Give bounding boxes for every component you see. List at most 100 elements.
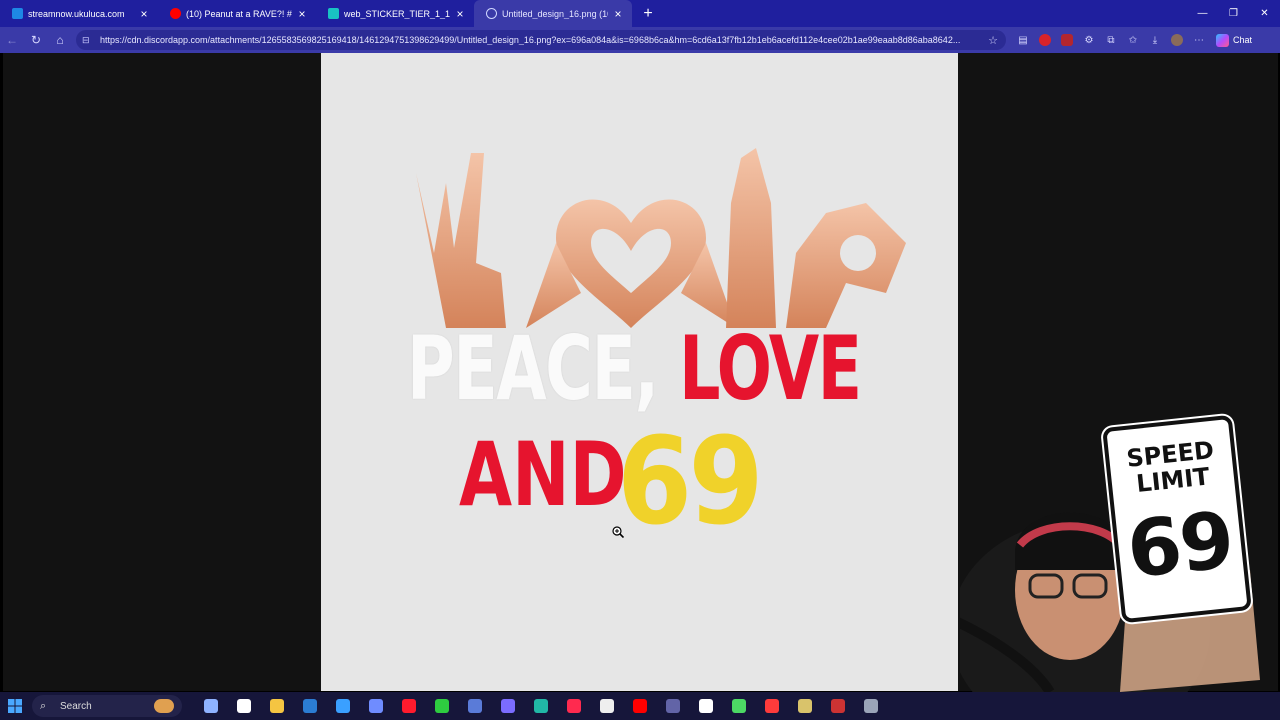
sign-number: 69 <box>1123 495 1237 597</box>
favorites-icon[interactable]: ✩ <box>1122 29 1144 51</box>
close-tab-icon[interactable]: × <box>296 7 308 21</box>
image-favicon-icon <box>328 8 339 19</box>
widgets-icon <box>203 699 218 713</box>
reading-view-icon[interactable]: ▤ <box>1012 29 1034 51</box>
close-window-icon[interactable]: ✕ <box>1249 0 1280 27</box>
copilot-chat-button[interactable]: Chat <box>1216 33 1253 47</box>
restore-icon[interactable]: ❐ <box>1218 0 1249 27</box>
shield-extension-icon[interactable] <box>1056 29 1078 51</box>
settings-taskbar-button[interactable] <box>854 692 887 720</box>
tab-title: web_STICKER_TIER_1_1.png (100× <box>344 8 450 19</box>
globe-icon <box>486 8 497 19</box>
teams-taskbar-button[interactable] <box>656 692 689 720</box>
downloads-icon[interactable]: ⤓ <box>1144 29 1166 51</box>
xbox-icon <box>434 699 449 713</box>
notepad-icon <box>698 699 713 713</box>
favorite-star-icon[interactable]: ☆ <box>986 34 1000 47</box>
copilot-icon <box>1216 33 1229 47</box>
tiktok-icon <box>236 699 251 713</box>
start-button[interactable] <box>0 692 30 720</box>
site-info-icon[interactable]: ⊟ <box>82 35 94 46</box>
app2-taskbar-button[interactable] <box>788 692 821 720</box>
tab-strip: streamnow.ukuluca.com × (10) Peanut at a… <box>0 0 1280 27</box>
obs-taskbar-button[interactable] <box>821 692 854 720</box>
voicemod-taskbar-button[interactable] <box>755 692 788 720</box>
split-screen-icon[interactable]: ⧉ <box>1100 29 1122 51</box>
opera-gx-taskbar-button[interactable] <box>557 692 590 720</box>
adblock-icon[interactable] <box>1034 29 1056 51</box>
taskbar-search[interactable]: ⌕ Search <box>32 695 182 717</box>
youtube-taskbar-button[interactable] <box>623 692 656 720</box>
extensions-icon[interactable]: ⚙ <box>1078 29 1100 51</box>
youtube-favicon-icon <box>170 8 181 19</box>
tab-streamnow[interactable]: streamnow.ukuluca.com × <box>0 0 158 27</box>
viewport-background-left <box>3 53 321 691</box>
opera-gx-icon <box>566 699 581 713</box>
edge-icon <box>533 699 548 713</box>
reload-button[interactable]: ↻ <box>24 28 48 52</box>
chat-label: Chat <box>1233 35 1253 45</box>
headline-and: AND <box>459 423 627 526</box>
teams-icon <box>665 699 680 713</box>
edge-taskbar-button[interactable] <box>524 692 557 720</box>
tab-untitled-design[interactable]: Untitled_design_16.png (1024×10 × <box>474 0 632 27</box>
discord-icon <box>500 699 515 713</box>
tab-youtube[interactable]: (10) Peanut at a RAVE?! #burntpea × <box>158 0 316 27</box>
tab-sticker[interactable]: web_STICKER_TIER_1_1.png (100× × <box>316 0 474 27</box>
address-bar-row: ← ↻ ⌂ ⊟ https://cdn.discordapp.com/attac… <box>0 27 1280 53</box>
headline-love: LOVE <box>678 317 862 420</box>
close-tab-icon[interactable]: × <box>138 7 150 21</box>
back-button[interactable]: ← <box>0 28 24 52</box>
search-icon: ⌕ <box>40 699 47 712</box>
copilot-icon <box>368 699 383 713</box>
xbox-taskbar-button[interactable] <box>425 692 458 720</box>
hand-gestures-illustration <box>416 148 906 328</box>
profile-avatar-icon[interactable] <box>1166 29 1188 51</box>
url-text[interactable]: https://cdn.discordapp.com/attachments/1… <box>100 35 986 45</box>
notepad-taskbar-button[interactable] <box>689 692 722 720</box>
widgets-taskbar-button[interactable] <box>194 692 227 720</box>
close-tab-icon[interactable]: × <box>454 7 466 21</box>
outlook-icon <box>302 699 317 713</box>
obs-icon <box>830 699 845 713</box>
speed-limit-sign: SPEED LIMIT 69 <box>1102 414 1252 624</box>
sign-heading: SPEED LIMIT <box>1108 435 1235 499</box>
taskbar: ⌕ Search <box>0 692 1280 720</box>
site-favicon-icon <box>12 8 23 19</box>
copilot-taskbar-button[interactable] <box>359 692 392 720</box>
headline-peace: PEACE, <box>407 317 659 420</box>
app2-icon <box>797 699 812 713</box>
headline-line-1: PEACE, LOVE <box>407 325 862 413</box>
window-controls: — ❐ ✕ <box>1187 0 1280 27</box>
home-button[interactable]: ⌂ <box>48 28 72 52</box>
minimize-icon[interactable]: — <box>1187 0 1218 27</box>
youtube-icon <box>632 699 647 713</box>
extensions-row: ▤ ⚙ ⧉ ✩ ⤓ ⋯ <box>1012 29 1210 51</box>
opera-icon <box>401 699 416 713</box>
tiktok-taskbar-button[interactable] <box>227 692 260 720</box>
close-tab-icon[interactable]: × <box>612 7 624 21</box>
address-bar[interactable]: ⊟ https://cdn.discordapp.com/attachments… <box>76 30 1006 50</box>
zoom-in-cursor-icon <box>612 526 624 538</box>
displayed-image[interactable]: PEACE, LOVE AND 69 <box>321 53 958 691</box>
tab-title: Untitled_design_16.png (1024×10 <box>502 8 608 19</box>
pinned-apps <box>194 692 887 720</box>
app-taskbar-button[interactable] <box>458 692 491 720</box>
clapper-taskbar-button[interactable] <box>590 692 623 720</box>
outlook-taskbar-button[interactable] <box>293 692 326 720</box>
discord-taskbar-button[interactable] <box>491 692 524 720</box>
screen: streamnow.ukuluca.com × (10) Peanut at a… <box>0 0 1280 720</box>
opera-taskbar-button[interactable] <box>392 692 425 720</box>
new-tab-button[interactable]: + <box>638 4 658 24</box>
voicemod-icon <box>764 699 779 713</box>
file-explorer-icon <box>269 699 284 713</box>
tab-title: (10) Peanut at a RAVE?! #burntpea <box>186 8 292 19</box>
terminal-taskbar-button[interactable] <box>722 692 755 720</box>
app-icon <box>467 699 482 713</box>
search-placeholder: Search <box>60 700 92 712</box>
store-icon <box>335 699 350 713</box>
file-explorer-taskbar-button[interactable] <box>260 692 293 720</box>
store-taskbar-button[interactable] <box>326 692 359 720</box>
settings-icon <box>863 699 878 713</box>
more-menu-icon[interactable]: ⋯ <box>1188 29 1210 51</box>
